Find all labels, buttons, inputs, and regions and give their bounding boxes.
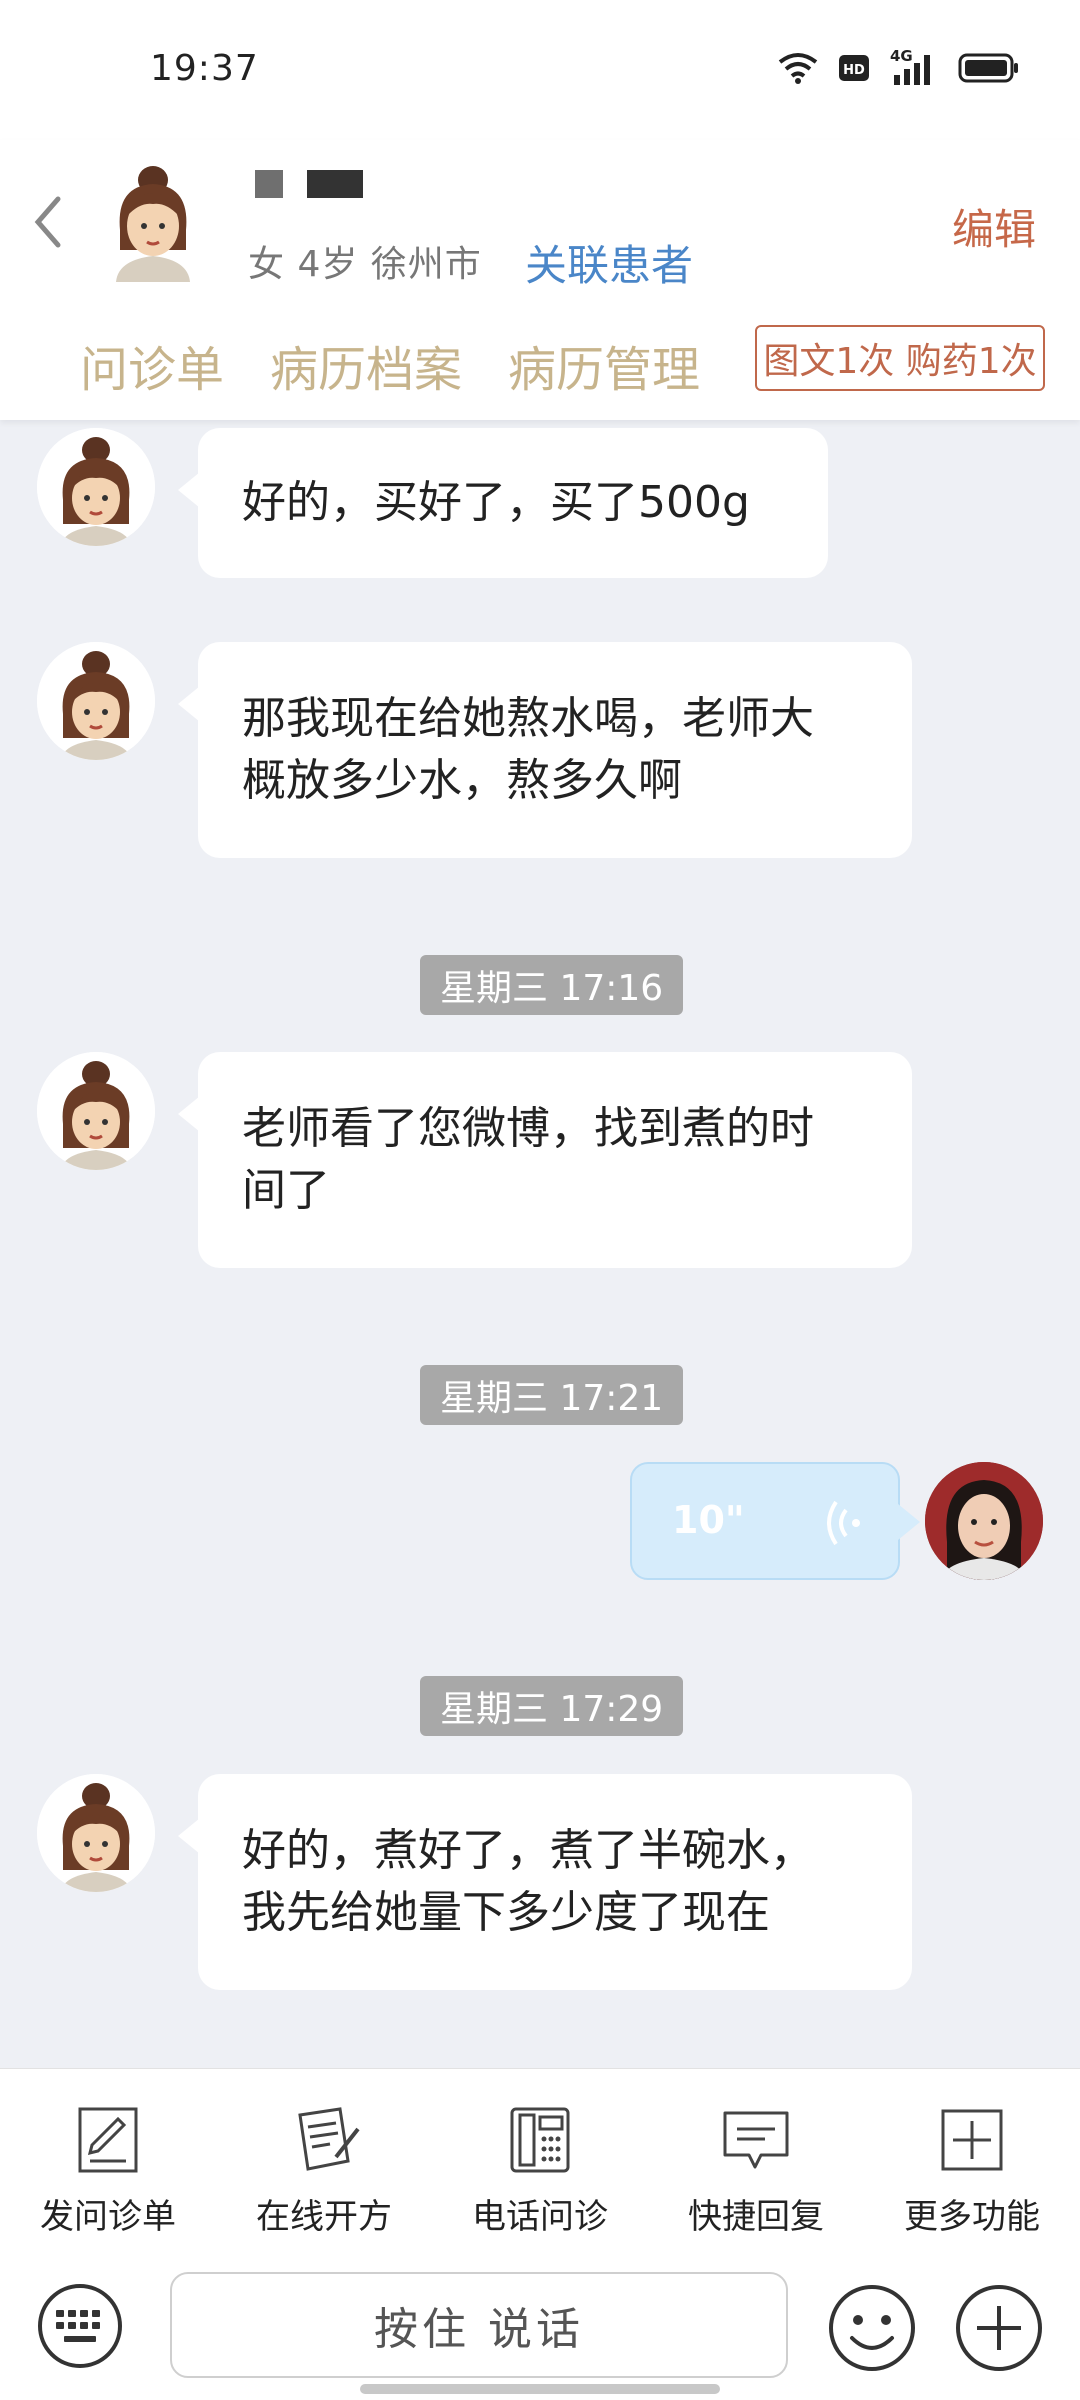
toolbar-label: 发问诊单 bbox=[40, 2197, 176, 2237]
chat-timestamp: 星期三 17:16 bbox=[420, 955, 684, 1015]
wifi-icon bbox=[778, 53, 818, 84]
message-text: 好的，买好了，买了500g bbox=[242, 477, 750, 528]
voice-wave-icon bbox=[827, 1500, 860, 1546]
quick-reply-icon bbox=[723, 2111, 789, 2169]
patient-info: 女 4岁 徐州市 bbox=[248, 244, 482, 285]
hold-to-talk-button[interactable]: 按住 说话 bbox=[170, 2272, 788, 2378]
message-bubble[interactable]: 那我现在给她熬水喝，老师大 概放多少水，熬多久啊 bbox=[178, 642, 912, 858]
tab-medical-records[interactable]: 病历档案 bbox=[270, 330, 462, 400]
doctor-avatar[interactable] bbox=[925, 1462, 1043, 1580]
message-text: 间了 bbox=[242, 1165, 330, 1216]
message-text: 概放多少水，熬多久啊 bbox=[242, 755, 682, 806]
svg-text:HD: HD bbox=[843, 63, 865, 78]
voice-duration: 10" bbox=[672, 1498, 745, 1542]
tab-consult-form[interactable]: 问诊单 bbox=[80, 330, 224, 400]
hd-icon: HD bbox=[839, 55, 869, 81]
add-attachment-icon[interactable] bbox=[953, 2282, 1045, 2374]
more-plus-icon bbox=[941, 2109, 1003, 2171]
message-text: 老师看了您微博，找到煮的时 bbox=[242, 1103, 814, 1154]
status-time: 19:37 bbox=[150, 48, 259, 89]
tab-record-management[interactable]: 病历管理 bbox=[508, 330, 700, 400]
home-indicator[interactable] bbox=[360, 2384, 720, 2394]
chat-timestamp: 星期三 17:29 bbox=[420, 1676, 684, 1736]
voice-message-bubble[interactable]: 10" bbox=[630, 1462, 920, 1580]
patient-chat-avatar[interactable] bbox=[37, 1052, 155, 1170]
keyboard-icon[interactable] bbox=[36, 2282, 124, 2370]
prescription-icon bbox=[298, 2107, 360, 2171]
signal-4g-icon: 4G bbox=[890, 47, 938, 85]
link-patient-button[interactable]: 关联患者 bbox=[525, 232, 693, 293]
toolbar-label: 更多功能 bbox=[904, 2197, 1040, 2237]
toolbar-label: 在线开方 bbox=[256, 2197, 392, 2237]
patient-chat-avatar[interactable] bbox=[37, 428, 155, 546]
back-arrow-icon[interactable] bbox=[30, 195, 70, 249]
phone-icon bbox=[510, 2107, 570, 2173]
function-toolbar: 发问诊单 在线开方 电话问诊 快捷回复 更多功能 bbox=[0, 2068, 1080, 2252]
emoji-icon[interactable] bbox=[826, 2282, 918, 2374]
message-text: 我先给她量下多少度了现在 bbox=[242, 1887, 770, 1938]
toolbar-label: 快捷回复 bbox=[688, 2197, 824, 2237]
more-functions-button[interactable]: 更多功能 bbox=[864, 2069, 1080, 2251]
message-bubble[interactable]: 老师看了您微博，找到煮的时 间了 bbox=[178, 1052, 912, 1268]
phone-consult-button[interactable]: 电话问诊 bbox=[432, 2069, 648, 2251]
status-icons: HD 4G bbox=[778, 47, 1020, 88]
edit-button[interactable]: 编辑 bbox=[952, 196, 1036, 257]
patient-chat-avatar[interactable] bbox=[37, 642, 155, 760]
battery-icon bbox=[958, 53, 1018, 83]
patient-chat-avatar[interactable] bbox=[37, 1774, 155, 1892]
header-tabs: 问诊单 病历档案 病历管理 bbox=[80, 330, 700, 400]
message-text: 好的，煮好了，煮了半碗水， bbox=[242, 1825, 814, 1876]
patient-avatar[interactable] bbox=[108, 160, 198, 282]
send-consult-form-button[interactable]: 发问诊单 bbox=[0, 2069, 216, 2251]
chat-timestamp: 星期三 17:21 bbox=[420, 1365, 684, 1425]
patient-name-redacted bbox=[255, 170, 363, 198]
quick-reply-button[interactable]: 快捷回复 bbox=[648, 2069, 864, 2251]
message-bubble[interactable]: 好的，买好了，买了500g bbox=[178, 428, 828, 578]
message-bubble[interactable]: 好的，煮好了，煮了半碗水， 我先给她量下多少度了现在 bbox=[178, 1774, 912, 1990]
form-edit-icon bbox=[78, 2107, 138, 2173]
service-count-badge[interactable]: 图文1次 购药1次 bbox=[755, 325, 1045, 391]
toolbar-label: 电话问诊 bbox=[472, 2197, 608, 2237]
online-prescription-button[interactable]: 在线开方 bbox=[216, 2069, 432, 2251]
message-text: 那我现在给她熬水喝，老师大 bbox=[242, 693, 814, 744]
